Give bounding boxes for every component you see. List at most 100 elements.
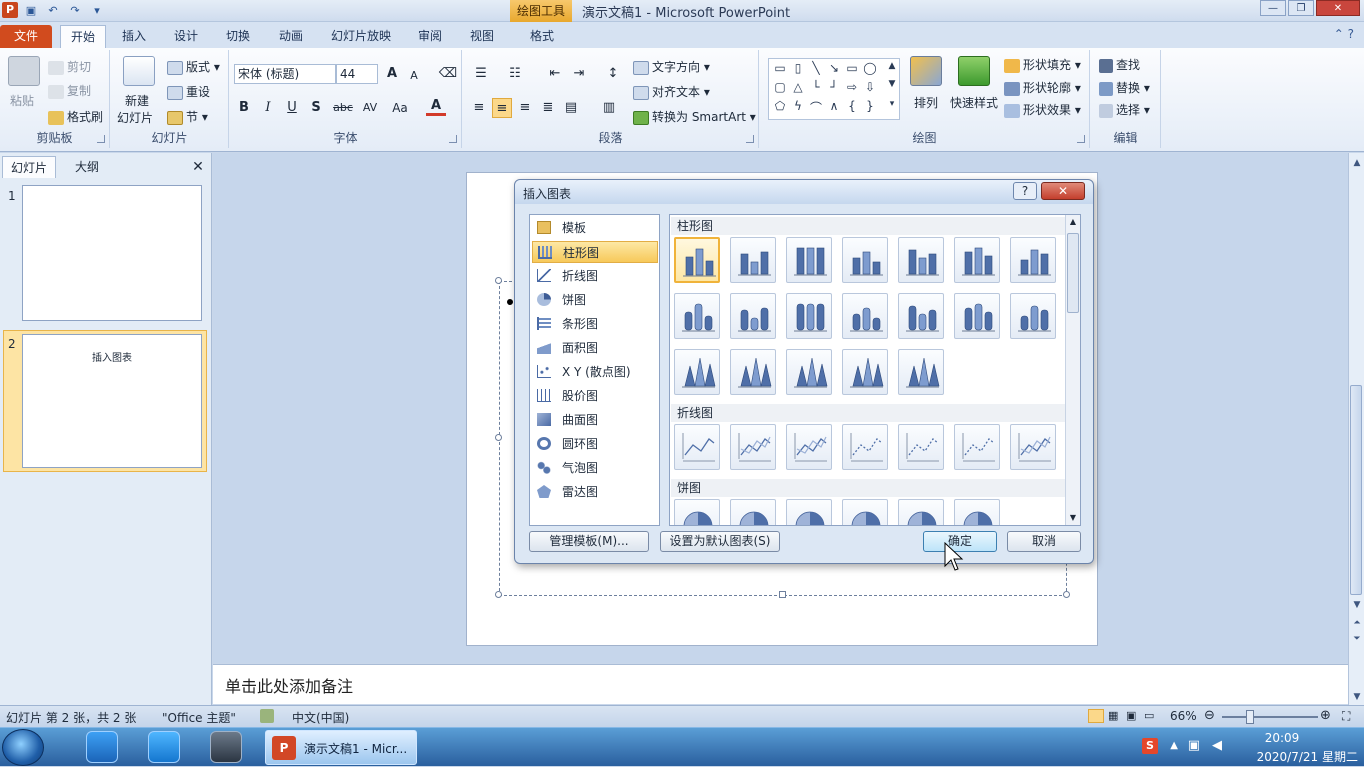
- chart-type-radar[interactable]: 雷达图: [532, 481, 658, 503]
- rectangle-shape-icon[interactable]: ▭: [843, 61, 861, 75]
- line-subtype-3[interactable]: [786, 424, 832, 470]
- shapes-gallery[interactable]: ▭ ▯ ╲ ↘ ▭ ◯ ▢ △ └ ┘ ⇨ ⇩ ⬠ ϟ ⌒ ∧ { } ▲ ▼ …: [768, 58, 900, 120]
- lightning-shape-icon[interactable]: ϟ: [789, 99, 807, 113]
- align-right-icon[interactable]: ≡: [515, 98, 535, 118]
- shape-effects-button[interactable]: 形状效果 ▾: [1004, 101, 1081, 118]
- copy-button[interactable]: 复制: [48, 82, 91, 99]
- slide-thumbnail-1[interactable]: [22, 185, 202, 321]
- increase-indent-icon[interactable]: ⇥: [569, 64, 589, 84]
- undo-icon[interactable]: ↶: [44, 2, 62, 20]
- chart-type-line[interactable]: 折线图: [532, 265, 658, 287]
- new-slide-icon[interactable]: [123, 56, 155, 86]
- textbox-vertical-icon[interactable]: ▯: [789, 61, 807, 75]
- drawing-launcher-icon[interactable]: [1077, 135, 1085, 143]
- chart-type-template[interactable]: 模板: [532, 217, 658, 239]
- network-icon[interactable]: ▣: [1188, 738, 1200, 753]
- bold-button[interactable]: B: [234, 98, 254, 118]
- volume-icon[interactable]: ◀: [1212, 738, 1222, 753]
- slide-thumbnail-2-selected[interactable]: 2 插入图表: [3, 330, 207, 472]
- zoom-slider-thumb[interactable]: [1246, 710, 1254, 724]
- cone-subtype-3[interactable]: [786, 349, 832, 395]
- help-icon[interactable]: ⌃ ?: [1334, 27, 1354, 41]
- cylinder-subtype-2[interactable]: [730, 293, 776, 339]
- next-slide-icon[interactable]: ⏷: [1349, 631, 1364, 647]
- font-name-select[interactable]: 宋体 (标题): [234, 64, 336, 84]
- distribute-icon[interactable]: ▤: [561, 98, 581, 118]
- arc-shape-icon[interactable]: ⌒: [807, 99, 825, 116]
- layout-button[interactable]: 版式 ▾: [167, 58, 220, 75]
- column-subtype-7[interactable]: [1010, 237, 1056, 283]
- dialog-help-icon[interactable]: ?: [1013, 182, 1037, 200]
- zoom-in-icon[interactable]: ⊕: [1320, 708, 1331, 723]
- clock-time[interactable]: 20:09: [1242, 731, 1322, 745]
- decrease-indent-icon[interactable]: ⇤: [545, 64, 565, 84]
- smartart-button[interactable]: 转换为 SmartArt ▾: [633, 108, 756, 125]
- slide-sorter-icon[interactable]: ▦: [1108, 709, 1118, 722]
- resize-handle[interactable]: [495, 277, 502, 284]
- baidu-netdisk-icon[interactable]: [86, 731, 118, 763]
- notes-pane[interactable]: 单击此处添加备注: [213, 664, 1348, 704]
- line-subtype-7[interactable]: [1010, 424, 1056, 470]
- replace-button[interactable]: 替换 ▾: [1099, 79, 1150, 96]
- left-brace-icon[interactable]: {: [843, 99, 861, 113]
- tab-slides-panel[interactable]: 幻灯片: [2, 156, 56, 178]
- language-status[interactable]: 中文(中国): [292, 709, 349, 726]
- close-panel-icon[interactable]: ✕: [188, 156, 208, 178]
- pentagon-shape-icon[interactable]: ⬠: [771, 99, 789, 113]
- triangle-shape-icon[interactable]: △: [789, 80, 807, 94]
- gallery-up-icon[interactable]: ▲: [883, 61, 901, 71]
- line-subtype-1[interactable]: [674, 424, 720, 470]
- cone-subtype-4[interactable]: [842, 349, 888, 395]
- close-icon[interactable]: ✕: [1316, 0, 1360, 16]
- elbow-arrow-icon[interactable]: ┘: [825, 80, 843, 94]
- new-slide-dropdown[interactable]: 幻灯片: [117, 109, 153, 126]
- zoom-out-icon[interactable]: ⊖: [1204, 708, 1215, 723]
- tab-review[interactable]: 审阅: [410, 25, 450, 48]
- tab-transitions[interactable]: 切换: [218, 25, 258, 48]
- chart-type-bar[interactable]: 条形图: [532, 313, 658, 335]
- column-subtype-1[interactable]: [674, 237, 720, 283]
- new-slide-label[interactable]: 新建: [125, 92, 149, 109]
- align-left-icon[interactable]: ≡: [469, 98, 489, 118]
- dialog-close-icon[interactable]: ✕: [1041, 182, 1085, 200]
- reading-view-icon[interactable]: ▣: [1126, 709, 1136, 722]
- scroll-up-icon[interactable]: ▲: [1066, 215, 1080, 229]
- zoom-level[interactable]: 66%: [1170, 709, 1197, 723]
- pie-subtype-3[interactable]: [786, 499, 832, 525]
- elbow-connector-icon[interactable]: └: [807, 80, 825, 94]
- gallery-more-icon[interactable]: ▾: [883, 99, 901, 109]
- column-subtype-4[interactable]: [842, 237, 888, 283]
- resize-handle[interactable]: [1063, 591, 1070, 598]
- tab-outline-panel[interactable]: 大纲: [60, 156, 114, 178]
- tab-slideshow[interactable]: 幻灯片放映: [326, 25, 396, 48]
- cylinder-subtype-3[interactable]: [786, 293, 832, 339]
- rounded-rect-icon[interactable]: ▢: [771, 80, 789, 94]
- gallery-scroll-thumb[interactable]: [1067, 233, 1079, 313]
- column-subtype-3[interactable]: [786, 237, 832, 283]
- cylinder-subtype-4[interactable]: [842, 293, 888, 339]
- normal-view-icon[interactable]: [1088, 709, 1104, 723]
- shadow-button[interactable]: S: [306, 98, 326, 118]
- chart-type-stock[interactable]: 股价图: [532, 385, 658, 407]
- theme-status[interactable]: "Office 主题": [162, 709, 236, 726]
- italic-button[interactable]: I: [258, 98, 278, 118]
- justify-icon[interactable]: ≣: [538, 98, 558, 118]
- scroll-down-icon[interactable]: ▼: [1349, 689, 1364, 705]
- line-spacing-icon[interactable]: ↕: [603, 64, 623, 84]
- shape-fill-button[interactable]: 形状填充 ▾: [1004, 56, 1081, 73]
- scroll-down-icon[interactable]: ▼: [1066, 511, 1080, 525]
- clear-format-icon[interactable]: ⌫: [438, 64, 458, 84]
- tab-insert[interactable]: 插入: [114, 25, 154, 48]
- spell-check-icon[interactable]: [260, 709, 274, 723]
- font-launcher-icon[interactable]: [449, 135, 457, 143]
- taskbar-powerpoint-button[interactable]: P 演示文稿1 - Micr...: [265, 730, 417, 765]
- maximize-icon[interactable]: ❐: [1288, 0, 1314, 16]
- resize-handle[interactable]: [495, 434, 502, 441]
- gallery-down-icon[interactable]: ▼: [883, 79, 901, 89]
- chart-type-bubble[interactable]: 气泡图: [532, 457, 658, 479]
- right-arrow-shape-icon[interactable]: ⇨: [843, 80, 861, 94]
- fit-to-window-icon[interactable]: ⛶: [1342, 709, 1350, 724]
- chart-type-area[interactable]: 面积图: [532, 337, 658, 359]
- shape-outline-button[interactable]: 形状轮廓 ▾: [1004, 79, 1081, 96]
- bullets-icon[interactable]: ☰: [471, 64, 491, 84]
